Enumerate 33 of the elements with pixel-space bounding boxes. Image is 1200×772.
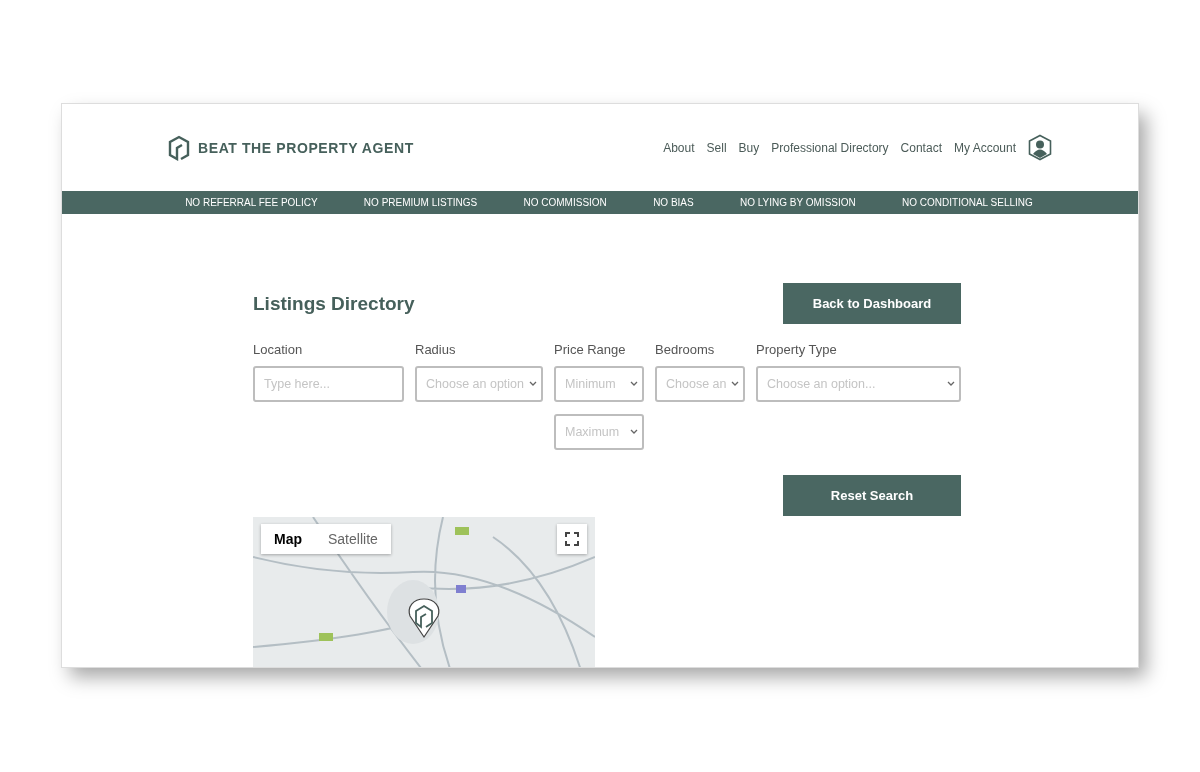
filter-label: Location [253, 342, 304, 357]
map-view[interactable]: Map Satellite [253, 517, 595, 667]
policy-text: NO BIAS [653, 197, 694, 208]
nav-link[interactable]: About [663, 140, 695, 155]
nav-link[interactable]: Buy [738, 140, 760, 155]
page-title: Listings Directory [253, 292, 415, 315]
filter-label: Property Type [756, 342, 838, 357]
reset-search-button[interactable]: Reset Search [783, 475, 961, 516]
policy-text: NO PREMIUM LISTINGS [363, 197, 478, 208]
policy-text: NO COMMISSION [523, 197, 607, 208]
filter-label: Price Range [554, 342, 627, 357]
map-type-tab[interactable]: Satellite [315, 524, 391, 554]
hexagon-logo-icon [168, 134, 190, 161]
policy-text: NO REFERRAL FEE POLICY [185, 197, 318, 208]
chevron-down-icon [529, 381, 537, 387]
nav-link[interactable]: My Account [953, 140, 1016, 155]
fullscreen-icon [565, 532, 579, 546]
fullscreen-button[interactable] [557, 524, 587, 554]
chevron-down-icon [731, 381, 739, 387]
chevron-down-icon [947, 381, 955, 387]
user-account-icon[interactable] [1028, 134, 1052, 161]
nav-link[interactable]: Professional Directory [771, 140, 889, 155]
filter-label: Bedrooms [655, 342, 716, 357]
policy-text: NO CONDITIONAL SELLING [902, 197, 1033, 208]
nav-link[interactable]: Contact [900, 140, 942, 155]
back-to-dashboard-button[interactable]: Back to Dashboard [783, 283, 961, 324]
filter-label: Radius [415, 342, 457, 357]
map-type-tab[interactable]: Map [261, 524, 315, 554]
chevron-down-icon [630, 381, 638, 387]
nav-link[interactable]: Sell [706, 140, 727, 155]
logo-text[interactable]: BEAT THE PROPERTY AGENT [198, 139, 414, 156]
policy-text: NO LYING BY OMISSION [740, 197, 856, 208]
chevron-down-icon [630, 429, 638, 435]
